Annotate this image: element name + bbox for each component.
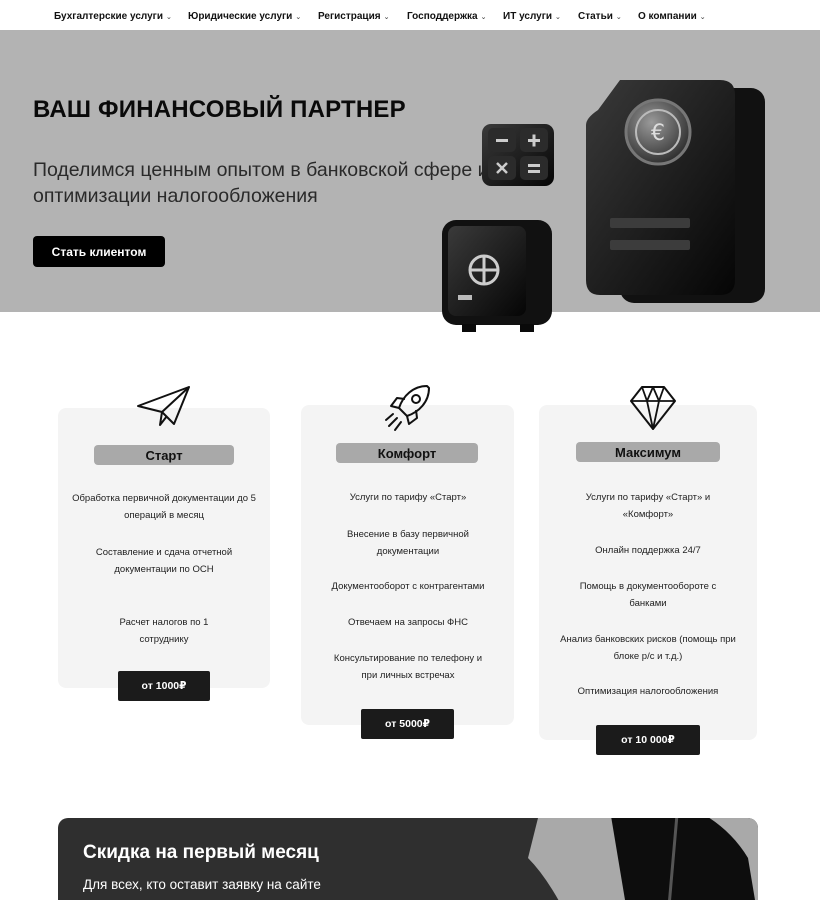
hero-subtitle: Поделимся ценным опытом в банковской сфе… [33, 159, 489, 207]
price-button-start[interactable]: от 1000₽ [118, 671, 210, 701]
plan-feature: Консультирование по телефону и при личны… [333, 653, 483, 681]
plan-feature: Услуги по тарифу «Старт» [349, 492, 467, 503]
plan-feature: Составление и сдача отчетной документаци… [95, 547, 233, 575]
plan-feature: Обработка первичной документации до 5 оп… [72, 493, 256, 521]
top-navigation: Бухгалтерские услуги ⌄ Юридические услуги… [0, 0, 820, 30]
nav-item-state-support[interactable]: Господдержка ⌄ [407, 11, 487, 22]
nav-item-label: Господдержка [407, 11, 478, 22]
chevron-down-icon: ⌄ [480, 14, 487, 21]
diamond-icon [630, 386, 676, 430]
price-button-maximum[interactable]: от 10 000₽ [596, 725, 700, 755]
plan-name-comfort: Комфорт [336, 443, 478, 463]
document-icon: € [586, 80, 765, 303]
promo-decoration [528, 818, 758, 900]
nav-item-label: Статьи [578, 11, 613, 22]
nav-item-label: Регистрация [318, 11, 381, 22]
hero-title: ВАШ ФИНАНСОВЫЙ ПАРТНЕР [33, 96, 406, 123]
chevron-down-icon: ⌄ [555, 14, 561, 21]
nav-item-legal[interactable]: Юридические услуги ⌄ [188, 11, 301, 22]
hero-illustration: € [442, 80, 765, 332]
plan-feature: Помощь в документообороте с банками [579, 581, 717, 609]
rocket-icon [385, 385, 430, 431]
paper-plane-icon [137, 386, 190, 426]
chevron-down-icon: ⌄ [615, 14, 622, 21]
chevron-down-icon: ⌄ [699, 14, 706, 21]
nav-item-label: Бухгалтерские услуги [54, 11, 163, 22]
promo-text: Для всех, кто оставит заявку на сайте [83, 877, 321, 892]
chevron-down-icon: ⌄ [165, 14, 172, 21]
nav-item-label: Юридические услуги [188, 11, 293, 22]
nav-item-articles[interactable]: Статьи ⌄ [578, 11, 622, 22]
chevron-down-icon: ⌄ [295, 14, 302, 21]
nav-item-about[interactable]: О компании ⌄ [638, 11, 706, 22]
plan-feature: Внесение в базу первичной документации [347, 529, 469, 557]
nav-item-it-services[interactable]: ИТ услуги ⌄ [503, 11, 561, 22]
safe-icon [442, 220, 552, 332]
chevron-down-icon: ⌄ [383, 14, 390, 21]
plan-name-maximum: Максимум [576, 442, 720, 462]
promo-banner: Скидка на первый месяц Для всех, кто ост… [58, 818, 758, 900]
price-button-comfort[interactable]: от 5000₽ [361, 709, 454, 739]
nav-item-label: О компании [638, 11, 697, 22]
plan-feature: Анализ банковских рисков (помощь при бло… [560, 634, 736, 662]
calculator-icon [482, 124, 554, 186]
nav-item-label: ИТ услуги [503, 11, 553, 22]
plan-name-start: Старт [94, 445, 234, 465]
plan-feature: Услуги по тарифу «Старт» и «Комфорт» [585, 492, 711, 520]
plan-feature: Отвечаем на запросы ФНС [347, 617, 469, 628]
plan-feature: Оптимизация налогообложения [577, 686, 719, 697]
plan-feature: Документооборот с контрагентами [331, 581, 485, 592]
nav-item-accounting[interactable]: Бухгалтерские услуги ⌄ [54, 11, 172, 22]
svg-text:€: € [651, 121, 665, 146]
promo-title: Скидка на первый месяц [83, 842, 319, 863]
become-client-button[interactable]: Стать клиентом [33, 236, 165, 267]
nav-item-registration[interactable]: Регистрация ⌄ [318, 11, 389, 22]
hero-banner: ВАШ ФИНАНСОВЫЙ ПАРТНЕР Поделимся ценным … [0, 30, 820, 332]
plan-feature: Расчет налогов по 1 сотруднику [119, 617, 209, 645]
plan-feature: Онлайн поддержка 24/7 [595, 545, 701, 556]
